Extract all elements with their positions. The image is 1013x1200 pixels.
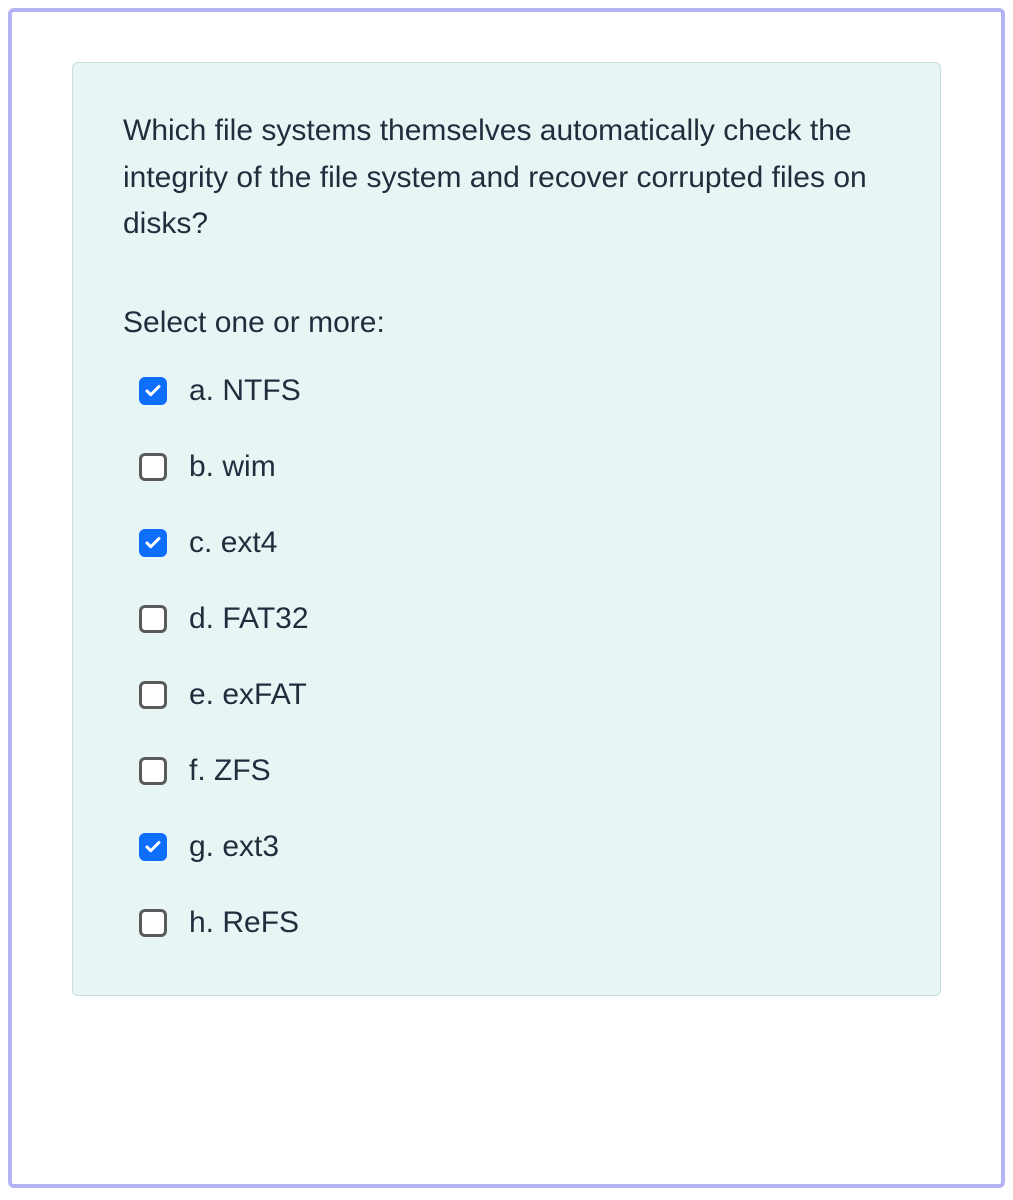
option-row-d: d. FAT32 xyxy=(139,602,890,636)
option-row-f: f. ZFS xyxy=(139,754,890,788)
option-row-e: e. exFAT xyxy=(139,678,890,712)
question-text: Which file systems themselves automatica… xyxy=(123,108,890,248)
option-label-a[interactable]: a. NTFS xyxy=(189,374,301,408)
options-list: a. NTFS b. wim c. ext4 xyxy=(123,374,890,940)
option-letter: c. xyxy=(189,526,212,559)
option-row-h: h. ReFS xyxy=(139,906,890,940)
checkbox-b[interactable] xyxy=(139,453,167,481)
checkbox-f[interactable] xyxy=(139,757,167,785)
option-row-g: g. ext3 xyxy=(139,830,890,864)
option-text: ext4 xyxy=(221,526,278,559)
option-label-e[interactable]: e. exFAT xyxy=(189,678,307,712)
option-text: wim xyxy=(222,450,275,483)
checkbox-g[interactable] xyxy=(139,833,167,861)
checkmark-icon xyxy=(144,838,162,856)
option-letter: a. xyxy=(189,374,214,407)
checkbox-d[interactable] xyxy=(139,605,167,633)
checkbox-h[interactable] xyxy=(139,909,167,937)
question-card: Which file systems themselves automatica… xyxy=(72,62,941,996)
option-text: exFAT xyxy=(222,678,306,711)
option-label-b[interactable]: b. wim xyxy=(189,450,276,484)
option-label-h[interactable]: h. ReFS xyxy=(189,906,299,940)
select-instruction: Select one or more: xyxy=(123,306,890,340)
option-text: ReFS xyxy=(222,906,299,939)
option-label-f[interactable]: f. ZFS xyxy=(189,754,271,788)
option-text: ext3 xyxy=(222,830,279,863)
option-row-c: c. ext4 xyxy=(139,526,890,560)
checkmark-icon xyxy=(144,534,162,552)
option-label-d[interactable]: d. FAT32 xyxy=(189,602,309,636)
page-container: Which file systems themselves automatica… xyxy=(8,8,1005,1188)
checkbox-c[interactable] xyxy=(139,529,167,557)
checkmark-icon xyxy=(144,382,162,400)
option-text: FAT32 xyxy=(222,602,308,635)
checkbox-e[interactable] xyxy=(139,681,167,709)
option-letter: b. xyxy=(189,450,214,483)
option-letter: g. xyxy=(189,830,214,863)
option-text: NTFS xyxy=(222,374,300,407)
option-text: ZFS xyxy=(214,754,271,787)
option-letter: d. xyxy=(189,602,214,635)
option-label-c[interactable]: c. ext4 xyxy=(189,526,277,560)
option-row-a: a. NTFS xyxy=(139,374,890,408)
checkbox-a[interactable] xyxy=(139,377,167,405)
option-letter: f. xyxy=(189,754,206,787)
option-letter: h. xyxy=(189,906,214,939)
option-label-g[interactable]: g. ext3 xyxy=(189,830,279,864)
option-row-b: b. wim xyxy=(139,450,890,484)
option-letter: e. xyxy=(189,678,214,711)
